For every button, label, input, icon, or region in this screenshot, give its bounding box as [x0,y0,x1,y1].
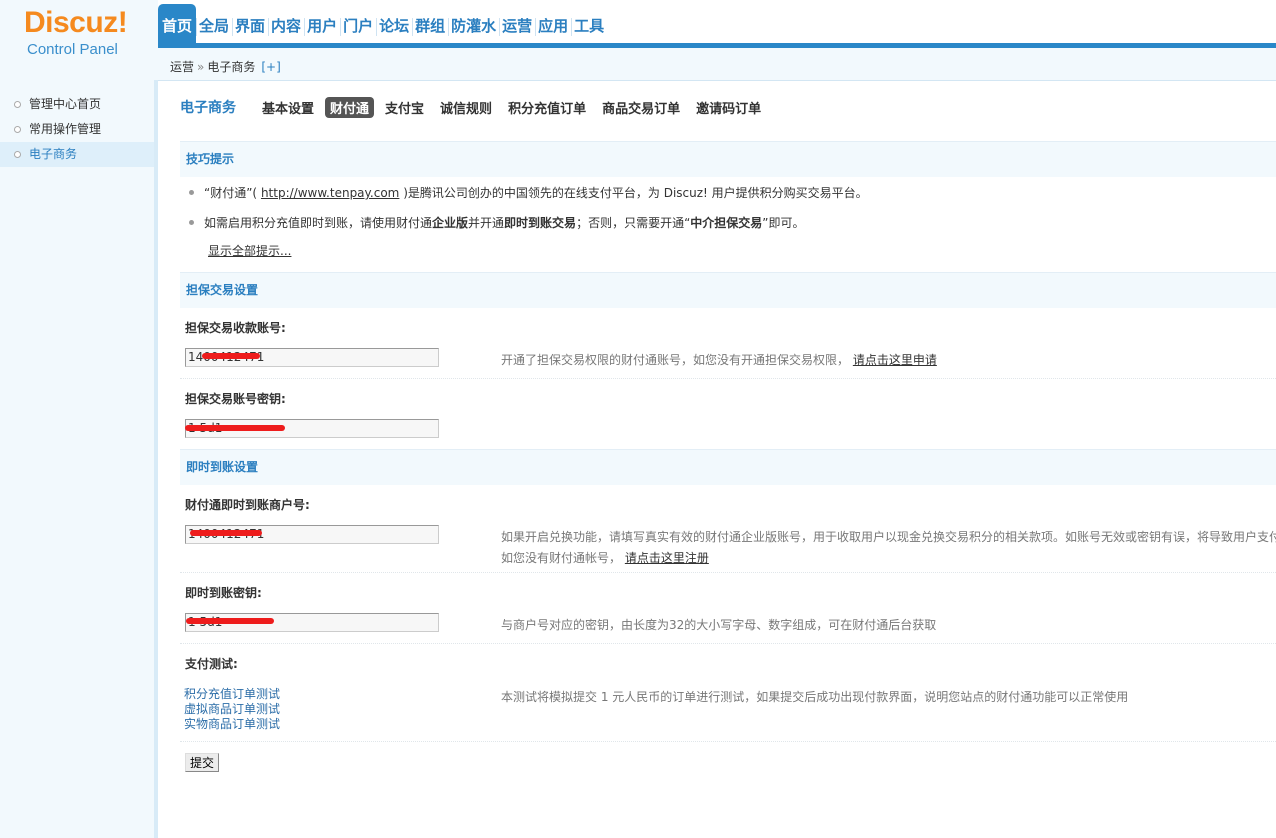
top-nav-bar: 首页 全局 界面 内容 用户 门户 论坛 群组 防灌水 运营 应用 工具 [158,0,1276,48]
redaction-mark [190,530,262,536]
sub-nav: 电子商务 基本设置 财付通 支付宝 诚信规则 积分充值订单 商品交易订单 邀请码… [180,96,772,118]
nav-portal[interactable]: 门户 [340,4,376,43]
tab-tenpay[interactable]: 财付通 [325,96,375,118]
nav-safe[interactable]: 防灌水 [448,4,499,43]
sidebar-menu: 管理中心首页 常用操作管理 电子商务 [0,80,154,167]
nav-tools[interactable]: 工具 [571,4,607,43]
payment-test-hint: 本测试将模拟提交 1 元人民币的订单进行测试，如果提交后成功出现付款界面，说明您… [501,690,1129,704]
tab-trade-orders[interactable]: 商品交易订单 [597,97,685,118]
instant-key-hint: 与商户号对应的密钥，由长度为32的大小写字母、数字组成，可在财付通后台获取 [501,618,937,632]
top-nav: 首页 全局 界面 内容 用户 门户 论坛 群组 防灌水 运营 应用 工具 [158,4,607,43]
physical-order-test-link[interactable]: 实物商品订单测试 [184,715,280,732]
show-all-tips-link[interactable]: 显示全部提示... [208,242,291,259]
add-shortcut-button[interactable]: [+] [261,60,280,74]
instant-key-label: 即时到账密钥: [185,586,262,600]
nav-content[interactable]: 内容 [268,4,304,43]
nav-user[interactable]: 用户 [304,4,340,43]
instant-header: 即时到账设置 [180,449,1276,485]
nav-plugin[interactable]: 应用 [535,4,571,43]
escrow-account-hint: 开通了担保交易权限的财付通账号，如您没有开通担保交易权限， 请点击这里申请 [501,353,937,367]
nav-global[interactable]: 全局 [196,4,232,43]
row-divider [180,572,1276,573]
breadcrumb-separator: » [197,60,205,74]
nav-group[interactable]: 群组 [412,4,448,43]
tenpay-link[interactable]: http://www.tenpay.com [261,186,399,200]
escrow-header: 担保交易设置 [180,272,1276,308]
tips-header: 技巧提示 [180,141,1276,177]
sidebar-item-common-ops[interactable]: 常用操作管理 [0,117,154,142]
breadcrumb-parent[interactable]: 运营 [170,60,194,74]
sidebar-item-ecommerce[interactable]: 电子商务 [0,142,154,167]
logo-brand: Discuz! [24,6,128,39]
header: Discuz! Control Panel 首页 全局 界面 内容 用户 门户 … [0,0,1276,81]
instant-merchant-hint-2: 如您没有财付通帐号， 请点击这里注册 [501,551,709,565]
escrow-key-label: 担保交易账号密钥: [185,392,286,406]
redaction-mark [185,425,285,431]
tab-basic-settings[interactable]: 基本设置 [257,97,319,118]
main-content: 电子商务 基本设置 财付通 支付宝 诚信规则 积分充值订单 商品交易订单 邀请码… [180,80,1276,838]
breadcrumb-current: 电子商务 [207,60,256,74]
escrow-account-label: 担保交易收款账号: [185,321,286,335]
redaction-mark [186,618,274,624]
nav-forum[interactable]: 论坛 [376,4,412,43]
tab-invite-orders[interactable]: 邀请码订单 [691,97,766,118]
logo[interactable]: Discuz! Control Panel [0,0,158,80]
logo-subtitle: Control Panel [27,41,118,58]
tenpay-register-link[interactable]: 请点击这里注册 [625,551,709,565]
page-title: 电子商务 [180,100,236,116]
nav-style[interactable]: 界面 [232,4,268,43]
sidebar-item-cp-home[interactable]: 管理中心首页 [0,92,154,117]
tip-item-2: 如需启用积分充值即时到账，请使用财付通企业版并开通即时到账交易；否则，只需要开通… [189,216,805,230]
breadcrumb-bar: 运营» 电子商务 [+] [158,48,1276,81]
row-divider [180,741,1276,742]
tip-item-1: “财付通”( http://www.tenpay.com )是腾讯公司创办的中国… [189,186,868,200]
row-divider [180,378,1276,379]
tab-credit-orders[interactable]: 积分充值订单 [503,97,591,118]
nav-home[interactable]: 首页 [158,4,197,43]
redaction-mark [202,353,260,359]
nav-extended[interactable]: 运营 [499,4,535,43]
instant-merchant-hint-1: 如果开启兑换功能，请填写真实有效的财付通企业版账号，用于收取用户以现金兑换交易积… [501,530,1276,544]
row-divider [180,643,1276,644]
sidebar: 管理中心首页 常用操作管理 电子商务 [0,80,158,838]
submit-button[interactable]: 提交 [185,753,220,772]
payment-test-label: 支付测试: [185,657,238,671]
escrow-apply-link[interactable]: 请点击这里申请 [853,353,937,367]
breadcrumb: 运营» 电子商务 [+] [170,58,281,75]
tab-alipay[interactable]: 支付宝 [380,97,429,118]
instant-merchant-label: 财付通即时到账商户号: [185,498,310,512]
tab-credit-rules[interactable]: 诚信规则 [435,97,497,118]
